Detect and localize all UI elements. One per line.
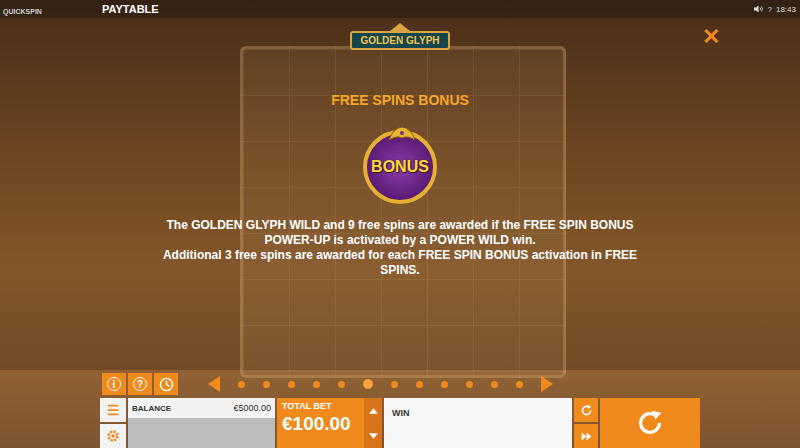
page-dot[interactable] <box>491 381 498 388</box>
page-dot[interactable] <box>363 379 373 389</box>
page-dot[interactable] <box>466 381 473 388</box>
close-button[interactable]: ✕ <box>702 24 720 49</box>
balance-panel: BALANCE €5000.00 <box>128 398 275 448</box>
sound-icon[interactable] <box>754 5 764 13</box>
bet-up-icon[interactable] <box>369 408 378 414</box>
history-button[interactable] <box>154 373 178 395</box>
settings-button[interactable] <box>100 424 126 448</box>
total-bet-panel: TOTAL BET €100.00 <box>277 398 364 448</box>
page-dot[interactable] <box>313 381 320 388</box>
bonus-badge: BONUS <box>363 130 437 204</box>
help-link[interactable]: ? <box>768 5 772 14</box>
menu-icon <box>106 403 120 417</box>
fast-forward-icon <box>580 430 593 443</box>
autoplay-button[interactable] <box>574 398 598 422</box>
win-panel: WIN <box>384 398 572 448</box>
control-bar: BALANCE €5000.00 TOTAL BET €100.00 WIN <box>100 398 700 448</box>
bird-icon <box>387 126 417 142</box>
clock-icon <box>159 377 174 392</box>
page-dot[interactable] <box>263 381 270 388</box>
autoplay-icon <box>580 404 593 417</box>
spin-icon <box>635 408 665 438</box>
page-dot[interactable] <box>416 381 423 388</box>
clock: 18:43 <box>776 5 796 14</box>
pagination <box>208 376 553 392</box>
brand-label: QUICKSPIN <box>3 8 42 15</box>
game-logo: GOLDEN GLYPH <box>350 23 449 50</box>
gear-icon <box>106 429 120 443</box>
menu-button[interactable] <box>100 398 126 422</box>
top-bar: QUICKSPIN PAYTABLE ? 18:43 <box>0 0 800 18</box>
bet-down-icon[interactable] <box>369 433 378 439</box>
page-dot[interactable] <box>516 381 523 388</box>
spin-button[interactable] <box>600 398 700 448</box>
description-text: The GOLDEN GLYPH WILD and 9 free spins a… <box>150 218 650 248</box>
page-dot[interactable] <box>391 381 398 388</box>
page-dot[interactable] <box>288 381 295 388</box>
paytable-panel: GOLDEN GLYPH ✕ FREE SPINS BONUS BONUS Th… <box>0 18 800 370</box>
paytable-screen: QUICKSPIN PAYTABLE ? 18:43 GOLDEN GLYPH … <box>0 0 800 448</box>
page-dot[interactable] <box>338 381 345 388</box>
page-dot[interactable] <box>441 381 448 388</box>
next-page-icon[interactable] <box>541 376 553 392</box>
previous-page-icon[interactable] <box>208 376 220 392</box>
screen-title: PAYTABLE <box>102 3 159 15</box>
help-button[interactable]: ? <box>128 373 152 395</box>
page-dot[interactable] <box>238 381 245 388</box>
section-title: FREE SPINS BONUS <box>331 92 469 108</box>
pyramid-icon <box>390 23 410 31</box>
turbo-button[interactable] <box>574 424 598 448</box>
description-text: Additional 3 free spins are awarded for … <box>150 248 650 278</box>
info-button[interactable]: i <box>102 373 126 395</box>
